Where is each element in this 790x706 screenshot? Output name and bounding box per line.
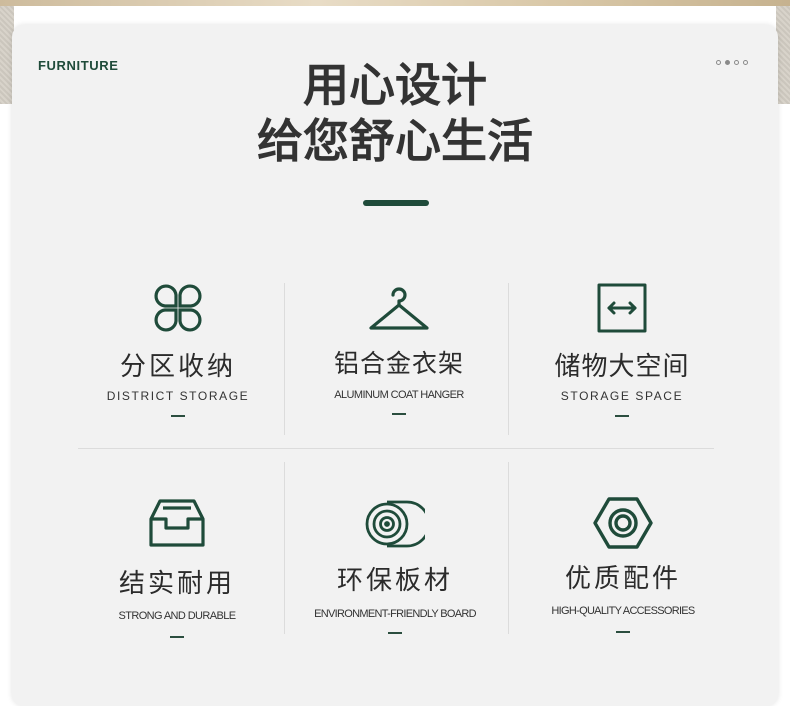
expand-horizontal-icon <box>597 283 647 333</box>
feature-subtitle: HIGH-QUALITY ACCESSORIES <box>551 605 695 617</box>
feature-coat-hanger: 铝合金衣架 ALUMINUM COAT HANGER <box>289 282 509 415</box>
feature-district-storage: 分区收纳 DISTRICT STORAGE <box>68 282 288 417</box>
feature-subtitle: STRONG AND DURABLE <box>118 610 237 622</box>
grid-divider-vertical <box>508 462 509 634</box>
top-wood-strip <box>0 0 790 6</box>
feature-dash <box>615 415 629 417</box>
feature-title: 优质配件 <box>564 564 681 594</box>
headline-line-1: 用心设计 <box>303 58 487 112</box>
feature-quality-accessories: 优质配件 HIGH-QUALITY ACCESSORIES <box>513 496 733 633</box>
wood-log-icon <box>365 500 425 548</box>
feature-dash <box>616 631 630 633</box>
feature-title: 结实耐用 <box>118 569 235 599</box>
feature-dash <box>171 415 185 417</box>
feature-dash <box>388 632 402 634</box>
feature-subtitle: DISTRICT STORAGE <box>106 389 250 403</box>
feature-strong-durable: 结实耐用 STRONG AND DURABLE <box>67 497 287 638</box>
feature-subtitle: ENVIRONMENT-FRIENDLY BOARD <box>314 608 476 620</box>
feature-subtitle: ALUMINUM COAT HANGER <box>334 389 464 401</box>
hanger-icon <box>369 287 429 330</box>
clover-icon <box>154 284 202 332</box>
feature-title: 铝合金衣架 <box>333 349 464 378</box>
feature-dash <box>170 636 184 638</box>
inbox-tray-icon <box>149 499 205 547</box>
feature-dash <box>392 413 406 415</box>
accent-bar <box>363 200 429 206</box>
feature-storage-space: 储物大空间 STORAGE SPACE <box>512 282 732 417</box>
feature-eco-board: 环保板材 ENVIRONMENT-FRIENDLY BOARD <box>285 496 505 634</box>
feature-subtitle: STORAGE SPACE <box>560 389 684 403</box>
hex-nut-icon <box>593 497 653 549</box>
feature-title: 储物大空间 <box>554 352 690 382</box>
feature-title: 分区收纳 <box>119 352 236 382</box>
feature-title: 环保板材 <box>336 566 453 596</box>
headline-line-2: 给您舒心生活 <box>257 114 533 168</box>
grid-divider-horizontal <box>78 448 714 449</box>
